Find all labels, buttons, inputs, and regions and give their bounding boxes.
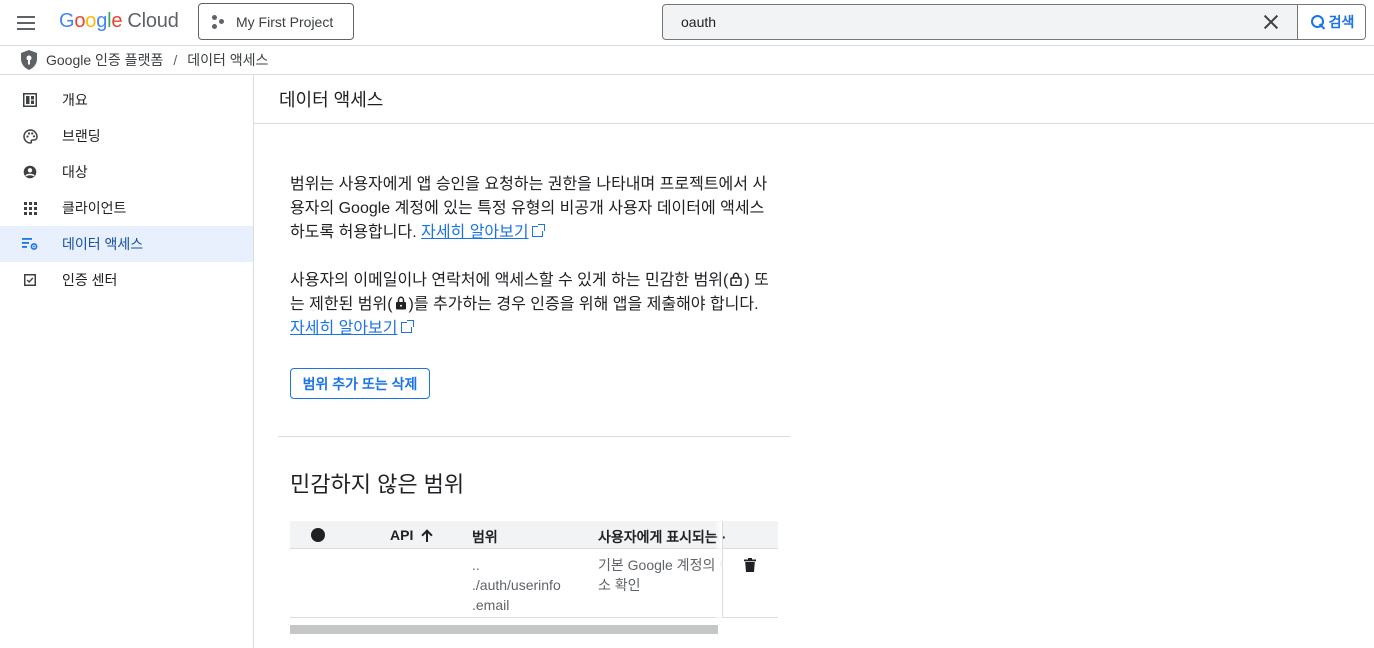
sidebar-item-label: 브랜딩 (62, 128, 101, 144)
sidebar-item-branding[interactable]: 브랜딩 (0, 118, 253, 154)
breadcrumb-item-auth-platform[interactable]: Google 인증 플랫폼 (46, 50, 163, 70)
breadcrumb-separator: / (173, 52, 178, 68)
sidebar-item-label: 개요 (62, 92, 88, 108)
description-line: 기본 Google 계정의 이 (598, 557, 722, 573)
data-access-icon (22, 236, 38, 252)
select-all-indicator-icon[interactable] (311, 528, 325, 542)
column-overflow-fade (714, 521, 722, 618)
verification-text-a: 사용자의 이메일이나 연락처에 액세스할 수 있게 하는 민감한 범위( (290, 272, 729, 289)
clear-search-icon[interactable] (1261, 12, 1281, 32)
sticky-column-divider (722, 521, 723, 618)
table-header: API 범위 사용자에게 표시되는 · (290, 521, 778, 549)
sidebar-item-label: 데이터 액세스 (62, 236, 144, 252)
column-header-api-label: API (390, 527, 414, 543)
account-circle-icon (22, 164, 38, 180)
column-header-user-facing-description[interactable]: 사용자에게 표시되는 · (598, 527, 726, 547)
lock-open-icon (730, 272, 743, 286)
search-icon (1310, 14, 1326, 30)
main-content: 데이터 액세스 범위는 사용자에게 앱 승인을 요청하는 권한을 나타내며 프로… (254, 75, 1374, 648)
project-picker-button[interactable]: My First Project (198, 3, 354, 40)
search-button-label: 검색 (1328, 14, 1355, 30)
top-bar: GoogleCloud My First Project 검색 (0, 0, 1374, 46)
scope-line: .. (472, 557, 480, 573)
search-button[interactable]: 검색 (1297, 5, 1365, 39)
verification-description: 사용자의 이메일이나 연락처에 액세스할 수 있게 하는 민감한 범위() 또는… (290, 269, 776, 341)
external-link-icon (400, 320, 414, 333)
project-dots-icon (211, 14, 225, 29)
project-name: My First Project (236, 13, 334, 30)
cell-scope: .. ./auth/userinfo .email (472, 555, 561, 615)
column-header-api[interactable]: API (390, 527, 432, 543)
hamburger-menu-icon[interactable] (14, 11, 38, 35)
scope-line: ./auth/userinfo (472, 577, 561, 593)
table-horizontal-scrollbar[interactable] (290, 625, 718, 634)
add-remove-scopes-button[interactable]: 범위 추가 또는 삭제 (290, 368, 430, 399)
delete-icon[interactable] (744, 557, 756, 577)
cell-user-facing-description: 기본 Google 계정의 이 소 확인 (598, 555, 722, 595)
apps-grid-icon (22, 200, 38, 216)
sidebar: 개요 브랜딩 대상 클라이언트 데이터 액세스 인증 센터 (0, 75, 254, 648)
google-cloud-logo[interactable]: Google Cloud (59, 10, 179, 33)
external-link-icon (531, 224, 545, 237)
sidebar-item-label: 인증 센터 (62, 272, 118, 288)
description-line: 소 확인 (598, 577, 641, 593)
search-input[interactable] (663, 5, 1263, 39)
scopes-table: API 범위 사용자에게 표시되는 · .. ./auth/userinfo .… (290, 521, 778, 619)
palette-icon (22, 128, 38, 144)
learn-more-link[interactable]: 자세히 알아보기 (421, 224, 529, 241)
search-bar: 검색 (662, 4, 1366, 40)
verification-text-c: )를 추가하는 경우 인증을 위해 앱을 제출해야 합니다. (408, 296, 759, 313)
verified-check-icon (22, 272, 38, 288)
learn-more-link-2[interactable]: 자세히 알아보기 (290, 320, 398, 337)
breadcrumb: Google 인증 플랫폼 / 데이터 액세스 (0, 46, 1374, 75)
scopes-description: 범위는 사용자에게 앱 승인을 요청하는 권한을 나타내며 프로젝트에서 사용자… (290, 173, 776, 245)
sidebar-item-data-access[interactable]: 데이터 액세스 (0, 226, 253, 262)
shield-icon (21, 50, 37, 70)
page-title: 데이터 액세스 (254, 75, 1374, 124)
scope-line: .email (472, 597, 510, 613)
column-header-scope[interactable]: 범위 (472, 527, 498, 547)
sidebar-item-overview[interactable]: 개요 (0, 82, 253, 118)
sidebar-item-label: 대상 (62, 164, 88, 180)
breadcrumb-item-data-access[interactable]: 데이터 액세스 (187, 50, 268, 70)
section-divider (278, 436, 790, 437)
lock-icon (395, 296, 406, 310)
table-row: .. ./auth/userinfo .email 기본 Google 계정의 … (290, 549, 778, 618)
sort-ascending-icon (422, 529, 432, 542)
sidebar-item-audience[interactable]: 대상 (0, 154, 253, 190)
sidebar-item-label: 클라이언트 (62, 200, 127, 216)
dashboard-icon (22, 92, 38, 108)
intro-text: 범위는 사용자에게 앱 승인을 요청하는 권한을 나타내며 프로젝트에서 사용자… (290, 173, 776, 365)
sidebar-item-clients[interactable]: 클라이언트 (0, 190, 253, 226)
non-sensitive-scopes-title: 민감하지 않은 범위 (290, 472, 465, 497)
sidebar-item-verification-center[interactable]: 인증 센터 (0, 262, 253, 298)
